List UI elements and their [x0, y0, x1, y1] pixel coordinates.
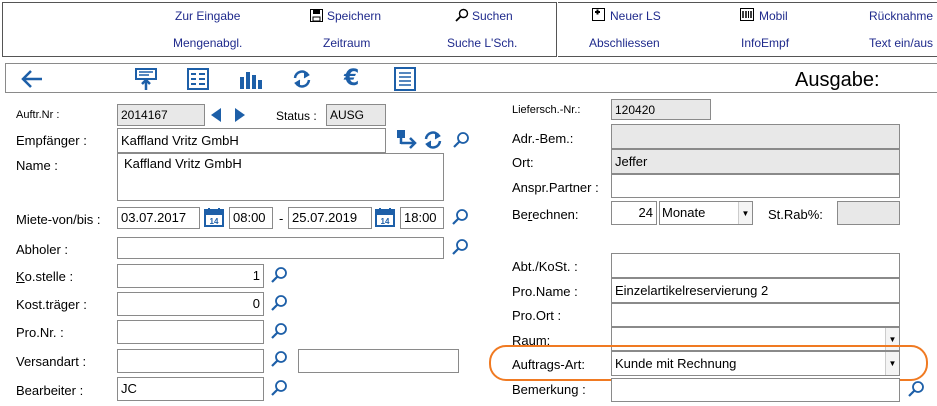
strab-field: [837, 201, 900, 225]
versandart-field[interactable]: [117, 349, 264, 373]
bemerkung-label: Bemerkung :: [512, 382, 586, 397]
berechnen-field[interactable]: 24: [611, 201, 657, 225]
strab-label: St.Rab%:: [768, 207, 823, 222]
miete-label: Miete-von/bis :: [16, 212, 101, 227]
suche-lsch-button[interactable]: Suche L'Sch.: [447, 36, 517, 50]
search-versandart-icon[interactable]: [270, 350, 288, 368]
proname-label: Pro.Name :: [512, 284, 578, 299]
proname-field[interactable]: Einzelartikelreservierung 2: [611, 278, 900, 303]
versandart-extra-field[interactable]: [298, 349, 459, 373]
ort-field: Jeffer: [611, 149, 900, 174]
search-empfaenger-icon[interactable]: [452, 131, 470, 149]
berechnen-label-pre: Be: [512, 207, 528, 222]
svg-text:14: 14: [381, 217, 390, 226]
top-toolbar: Zur Eingabe Speichern Suchen Mengenabgl.…: [0, 0, 937, 60]
kosttraeger-label: Kost.träger :: [16, 297, 87, 312]
new-document-icon: [592, 8, 605, 24]
infoempf-button[interactable]: InfoEmpf: [741, 36, 789, 50]
anspr-field[interactable]: [611, 174, 900, 198]
zeitraum-button[interactable]: Zeitraum: [323, 36, 370, 50]
abschliessen-button[interactable]: Abschliessen: [589, 36, 660, 50]
name-label: Name :: [16, 158, 58, 173]
back-arrow-icon[interactable]: [20, 69, 44, 92]
status-label: Status :: [276, 109, 317, 123]
calendar-to-icon[interactable]: 14: [375, 207, 395, 230]
berechnen-unit-dropdown-icon[interactable]: ▼: [738, 202, 752, 224]
ruecknahme-button[interactable]: Rücknahme: [869, 9, 933, 23]
time-from-field[interactable]: 08:00: [229, 207, 273, 229]
kostelle-label: Ko.stelle :: [16, 269, 73, 284]
versandart-label: Versandart :: [16, 354, 87, 369]
kostelle-label-text: o.stelle :: [24, 269, 74, 284]
search-date-icon[interactable]: [451, 208, 469, 226]
time-to-field[interactable]: 18:00: [400, 207, 444, 229]
search-pronr-icon[interactable]: [270, 322, 288, 340]
speichern-button[interactable]: Speichern: [327, 9, 381, 23]
zur-eingabe-button[interactable]: Zur Eingabe: [175, 9, 240, 23]
search-bemerkung-icon[interactable]: [907, 380, 925, 398]
mobile-icon: [740, 8, 754, 24]
liefersch-label: Liefersch.-Nr.:: [512, 104, 581, 116]
svg-text:14: 14: [210, 217, 219, 226]
search-abholer-icon[interactable]: [451, 238, 469, 256]
bar-chart-icon[interactable]: [239, 68, 263, 93]
export-list-icon[interactable]: [134, 67, 158, 94]
name-field[interactable]: Kaffland Vritz GmbH: [117, 153, 444, 201]
kostelle-field[interactable]: 1: [117, 264, 264, 288]
refresh-icon[interactable]: [291, 68, 313, 93]
berechnen-label: Berechnen:: [512, 207, 579, 222]
bearbeiter-field[interactable]: JC: [117, 377, 264, 401]
mengenabgl-button[interactable]: Mengenabgl.: [173, 36, 242, 50]
abholer-field[interactable]: [117, 237, 444, 259]
auftr-nr-label: Auftr.Nr :: [16, 109, 60, 121]
adr-bem-field: [611, 124, 900, 149]
page-title: Ausgabe:: [795, 69, 880, 91]
prev-arrow-icon[interactable]: [211, 108, 222, 125]
search-kosttraeger-icon[interactable]: [270, 294, 288, 312]
pronr-field[interactable]: [117, 320, 264, 344]
search-icon: [455, 8, 469, 25]
anspr-label: Anspr.Partner :: [512, 180, 599, 195]
date-to-field[interactable]: 25.07.2019: [288, 207, 372, 229]
date-separator: -: [279, 211, 284, 226]
date-from-field[interactable]: 03.07.2017: [117, 207, 200, 229]
bemerkung-field[interactable]: [611, 378, 900, 402]
proort-field[interactable]: [611, 303, 900, 327]
auftr-nr-field[interactable]: 2014167: [117, 104, 205, 126]
euro-icon[interactable]: €: [344, 66, 359, 91]
search-kostelle-icon[interactable]: [270, 266, 288, 284]
adr-bem-label: Adr.-Bem.:: [512, 131, 574, 146]
save-icon: [310, 9, 323, 25]
liefersch-field: 120420: [611, 99, 711, 120]
pronr-label: Pro.Nr. :: [16, 325, 64, 340]
suchen-button[interactable]: Suchen: [472, 9, 513, 23]
refresh-empfaenger-icon[interactable]: [422, 129, 444, 154]
berechnen-unit-value: Monate: [662, 205, 706, 220]
calendar-from-icon[interactable]: 14: [204, 207, 224, 230]
text-ein-aus-button[interactable]: Text ein/aus: [869, 36, 933, 50]
abt-field[interactable]: [611, 253, 900, 278]
empfaenger-field[interactable]: Kaffland Vritz GmbH: [117, 128, 386, 153]
mobil-button[interactable]: Mobil: [759, 9, 788, 23]
proort-label: Pro.Ort :: [512, 308, 562, 323]
status-field: AUSG: [326, 104, 386, 126]
ort-label: Ort:: [512, 155, 534, 170]
highlight-outline: [489, 345, 928, 381]
select-arrow-icon[interactable]: [396, 128, 418, 153]
next-arrow-icon[interactable]: [235, 108, 246, 125]
table-icon[interactable]: [187, 68, 209, 93]
abt-label: Abt./KoSt. :: [512, 259, 578, 274]
icon-bar: € Ausgabe:: [5, 63, 937, 93]
search-bearbeiter-icon[interactable]: [270, 379, 288, 397]
document-list-icon[interactable]: [394, 67, 416, 94]
empfaenger-label: Empfänger :: [16, 133, 87, 148]
neuer-ls-button[interactable]: Neuer LS: [610, 9, 661, 23]
abholer-label: Abholer :: [16, 242, 69, 257]
kostelle-label-accelerator: K: [16, 269, 25, 284]
bearbeiter-label: Bearbeiter :: [16, 383, 84, 398]
kosttraeger-field[interactable]: 0: [117, 292, 264, 316]
berechnen-label-post: echnen:: [532, 207, 579, 222]
